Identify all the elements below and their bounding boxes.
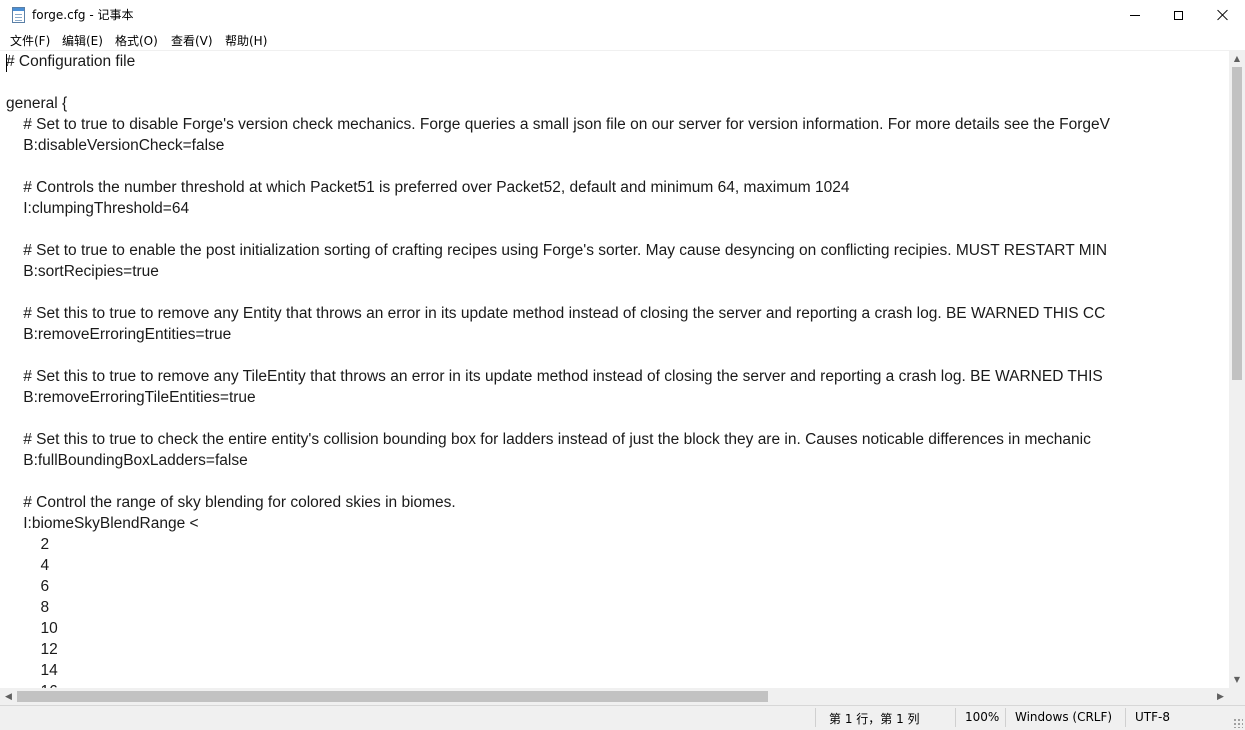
text-caret — [6, 54, 7, 72]
close-button[interactable] — [1200, 0, 1245, 30]
editor-line[interactable]: # Set to true to disable Forge's version… — [6, 114, 1229, 135]
menu-file[interactable]: 文件(F) — [10, 32, 50, 49]
status-separator — [1125, 708, 1126, 727]
status-separator — [955, 708, 956, 727]
editor-line[interactable]: B:removeErroringEntities=true — [6, 324, 1229, 345]
editor-line[interactable]: # Controls the number threshold at which… — [6, 177, 1229, 198]
editor-line[interactable]: ​ — [6, 219, 1229, 240]
editor-line[interactable]: ​ — [6, 72, 1229, 93]
editor-line[interactable]: B:disableVersionCheck=false — [6, 135, 1229, 156]
window-title: forge.cfg - 记事本 — [32, 8, 134, 22]
editor-line[interactable]: B:removeErroringTileEntities=true — [6, 387, 1229, 408]
editor-line[interactable]: 6 — [6, 576, 1229, 597]
editor-line[interactable]: 12 — [6, 639, 1229, 660]
editor-line[interactable]: # Set this to true to remove any TileEnt… — [6, 366, 1229, 387]
resize-grip-icon[interactable] — [1233, 718, 1243, 728]
menu-help[interactable]: 帮助(H) — [225, 32, 267, 49]
editor-line[interactable]: ​ — [6, 408, 1229, 429]
close-icon — [1217, 9, 1229, 21]
status-separator — [1005, 708, 1006, 727]
editor-line[interactable]: 2 — [6, 534, 1229, 555]
cursor-position: 第 1 行，第 1 列 — [829, 712, 920, 726]
menu-format[interactable]: 格式(O) — [115, 32, 158, 49]
chevron-down-icon[interactable]: ▼ — [1229, 671, 1245, 688]
editor-line[interactable]: ​ — [6, 156, 1229, 177]
editor-line[interactable]: 4 — [6, 555, 1229, 576]
scroll-corner — [1229, 688, 1245, 705]
zoom-level: 100% — [965, 710, 1000, 724]
editor-line[interactable]: # Set this to true to remove any Entity … — [6, 303, 1229, 324]
editor-line[interactable]: ​ — [6, 282, 1229, 303]
editor-line[interactable]: # Set to true to enable the post initial… — [6, 240, 1229, 261]
editor-content[interactable]: # Configuration file​general { # Set to … — [0, 51, 1229, 688]
editor-line[interactable]: 10 — [6, 618, 1229, 639]
menu-bar: 文件(F) 编辑(E) 格式(O) 查看(V) 帮助(H) — [0, 30, 1245, 50]
vertical-scrollbar[interactable]: ▲ ▼ — [1229, 50, 1245, 688]
minimize-icon — [1130, 14, 1140, 16]
editor-line[interactable]: 8 — [6, 597, 1229, 618]
title-bar: forge.cfg - 记事本 — [0, 0, 1245, 30]
menu-edit[interactable]: 编辑(E) — [62, 32, 103, 49]
editor-line[interactable]: general { — [6, 93, 1229, 114]
editor-line[interactable]: # Control the range of sky blending for … — [6, 492, 1229, 513]
text-editor[interactable]: # Configuration file​general { # Set to … — [0, 50, 1229, 688]
editor-line[interactable]: ​ — [6, 471, 1229, 492]
vertical-scroll-thumb[interactable] — [1232, 67, 1242, 380]
horizontal-scroll-thumb[interactable] — [17, 691, 768, 702]
notepad-icon — [12, 7, 25, 23]
editor-line[interactable]: 14 — [6, 660, 1229, 681]
editor-line[interactable]: I:biomeSkyBlendRange < — [6, 513, 1229, 534]
status-separator — [815, 708, 816, 727]
editor-line[interactable]: I:clumpingThreshold=64 — [6, 198, 1229, 219]
editor-line[interactable]: B:fullBoundingBoxLadders=false — [6, 450, 1229, 471]
horizontal-scrollbar[interactable]: ◀ ▶ — [0, 688, 1229, 705]
text-encoding: UTF-8 — [1135, 710, 1170, 724]
status-bar: 第 1 行，第 1 列 100% Windows (CRLF) UTF-8 — [0, 705, 1245, 730]
editor-line[interactable]: # Configuration file — [6, 51, 1229, 72]
maximize-button[interactable] — [1155, 0, 1201, 30]
maximize-icon — [1173, 10, 1183, 20]
editor-line[interactable]: 16 — [6, 681, 1229, 688]
editor-line[interactable]: B:sortRecipies=true — [6, 261, 1229, 282]
line-ending: Windows (CRLF) — [1015, 710, 1113, 724]
chevron-up-icon[interactable]: ▲ — [1229, 50, 1245, 67]
editor-line[interactable]: # Set this to true to check the entire e… — [6, 429, 1229, 450]
chevron-left-icon[interactable]: ◀ — [0, 688, 17, 705]
editor-line[interactable]: ​ — [6, 345, 1229, 366]
minimize-button[interactable] — [1112, 0, 1158, 30]
chevron-right-icon[interactable]: ▶ — [1212, 688, 1229, 705]
menu-view[interactable]: 查看(V) — [171, 32, 213, 49]
